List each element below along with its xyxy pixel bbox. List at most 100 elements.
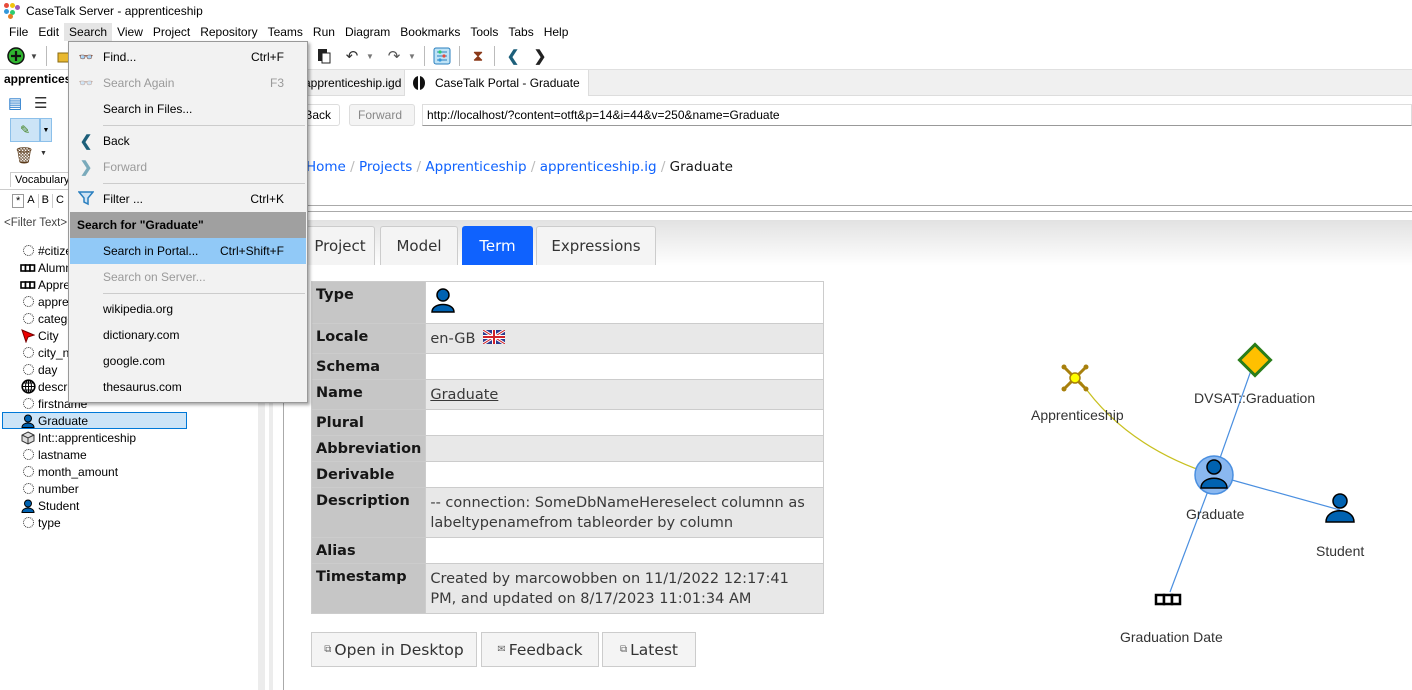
highlighter-dropdown-icon[interactable]: ▼ (40, 118, 52, 142)
menu-item-filter[interactable]: Filter ... Ctrl+K (70, 186, 306, 212)
menu-item-search-on-server[interactable]: Search on Server... (70, 264, 306, 290)
node-label-dvsat[interactable]: DVSAT::Graduation (1194, 390, 1315, 406)
trash-icon[interactable]: 🗑 (14, 146, 34, 166)
menu-repository[interactable]: Repository (195, 23, 262, 41)
menu-item-search-again[interactable]: 👓 Search Again F3 (70, 70, 306, 96)
paste-icon[interactable] (314, 46, 334, 66)
properties-icon[interactable]: ▤ (8, 94, 22, 112)
tree-item[interactable]: Student (20, 497, 186, 514)
chevron-left-icon: ❮ (79, 133, 93, 150)
tree-item-label: Int::apprenticeship (38, 430, 137, 445)
feedback-button[interactable]: ✉ Feedback (481, 632, 599, 667)
add-icon[interactable] (6, 46, 26, 66)
menu-header-search-for: Search for "Graduate" (70, 212, 306, 238)
tree-item[interactable]: month_amount (20, 463, 186, 480)
menu-item-wikipedia[interactable]: wikipedia.org (70, 296, 306, 322)
menu-item-search-in-files[interactable]: Search in Files... (70, 96, 306, 122)
dotted-circle-icon (20, 516, 36, 530)
highlighter-icon[interactable]: ✎ (10, 118, 40, 142)
tab-label: CaseTalk Portal - Graduate (435, 76, 580, 90)
list-icon[interactable]: ☰ (34, 94, 47, 112)
alpha-tab-b[interactable]: B (39, 194, 53, 208)
menu-view[interactable]: View (112, 23, 148, 41)
node-apprenticeship-icon (1061, 364, 1089, 392)
external-link-icon: ⧉ (324, 644, 332, 655)
cube-icon (20, 430, 36, 445)
dotted-circle-icon (20, 346, 36, 360)
tree-item[interactable]: lastname (20, 446, 186, 463)
breadcrumb-apprenticeship[interactable]: Apprenticeship (425, 159, 526, 175)
redo-icon[interactable]: ↷ (384, 46, 404, 66)
menu-project[interactable]: Project (148, 23, 195, 41)
name-link[interactable]: Graduate (430, 387, 498, 403)
menu-item-dictionary[interactable]: dictionary.com (70, 322, 306, 348)
person-icon (20, 499, 36, 513)
tab-apprenticeship-igd[interactable]: apprenticeship.igd (296, 70, 409, 96)
tab-vocabulary[interactable]: Vocabulary (10, 172, 75, 187)
menu-run[interactable]: Run (308, 23, 340, 41)
row-name: Name Graduate (310, 379, 824, 410)
menu-help[interactable]: Help (539, 23, 574, 41)
portal-logo-icon (413, 76, 425, 90)
alpha-tab-c[interactable]: C (53, 194, 67, 208)
menu-diagram[interactable]: Diagram (340, 23, 395, 41)
open-in-desktop-button[interactable]: ⧉ Open in Desktop (311, 632, 477, 667)
undo-icon[interactable]: ↶ (342, 46, 362, 66)
tab-term[interactable]: Term (462, 226, 533, 265)
latest-button[interactable]: ⧉ Latest (602, 632, 696, 667)
tree-item-label: City (38, 328, 59, 343)
menu-item-find[interactable]: 👓 Find... Ctrl+F (70, 44, 306, 70)
menu-bookmarks[interactable]: Bookmarks (395, 23, 465, 41)
breadcrumb-home[interactable]: Home (306, 159, 346, 175)
row-description: Description -- connection: SomeDbNameHere… (310, 487, 824, 538)
dotted-circle-icon (20, 448, 36, 462)
redo-dropdown-icon[interactable]: ▼ (406, 46, 418, 66)
menu-item-back[interactable]: ❮ Back (70, 128, 306, 154)
external-link-icon: ⧉ (619, 644, 628, 655)
menu-item-google[interactable]: google.com (70, 348, 306, 374)
tab-expressions[interactable]: Expressions (536, 226, 656, 265)
breadcrumb-file[interactable]: apprenticeship.ig (540, 159, 657, 175)
tree-item-label: Graduate (38, 413, 89, 428)
back-arrow-icon[interactable]: ❮ (503, 46, 523, 66)
menu-edit[interactable]: Edit (33, 23, 64, 41)
forward-arrow-icon[interactable]: ❯ (530, 46, 550, 66)
alpha-tab-all[interactable]: * (12, 194, 25, 208)
menu-file[interactable]: File (4, 23, 33, 41)
forward-button[interactable]: Forward (349, 104, 415, 126)
breadcrumb-projects[interactable]: Projects (359, 159, 412, 175)
menu-tools[interactable]: Tools (465, 23, 503, 41)
node-label-graduation-date[interactable]: Graduation Date (1120, 629, 1223, 645)
tree-item[interactable]: Int::apprenticeship (20, 429, 186, 446)
node-label-graduate[interactable]: Graduate (1186, 506, 1244, 522)
menu-item-thesaurus[interactable]: thesaurus.com (70, 374, 306, 400)
casetalk-logo-icon (4, 3, 20, 19)
menu-item-search-in-portal[interactable]: Search in Portal... Ctrl+Shift+F (70, 238, 306, 264)
settings-panel-icon[interactable] (432, 46, 452, 66)
hourglass-icon[interactable]: ⧗ (468, 46, 488, 66)
menu-teams[interactable]: Teams (263, 23, 308, 41)
chevron-right-icon: ❯ (79, 159, 93, 176)
trash-dropdown-icon[interactable]: ▼ (40, 150, 47, 157)
menu-search[interactable]: Search (64, 22, 113, 41)
tree-item[interactable]: type (20, 514, 186, 531)
filter-icon (76, 190, 96, 209)
tree-item[interactable]: number (20, 480, 186, 497)
tree-item-label: Student (38, 498, 80, 513)
menu-item-forward[interactable]: ❯ Forward (70, 154, 306, 180)
add-dropdown-icon[interactable]: ▼ (28, 46, 40, 66)
tree-item[interactable]: Graduate (2, 412, 187, 429)
node-label-student[interactable]: Student (1316, 543, 1364, 559)
dotted-circle-icon (20, 363, 36, 377)
alpha-tab-a[interactable]: A (24, 194, 39, 208)
node-graduate-icon (1194, 455, 1234, 495)
node-label-apprenticeship[interactable]: Apprenticeship (1031, 407, 1124, 423)
menu-tabs[interactable]: Tabs (503, 23, 538, 41)
filter-text-input[interactable]: <Filter Text> (4, 217, 67, 229)
undo-dropdown-icon[interactable]: ▼ (364, 46, 376, 66)
tab-project[interactable]: Project (306, 226, 375, 265)
node-graduation-date-icon (1154, 593, 1182, 606)
tab-model[interactable]: Model (380, 226, 458, 265)
url-input[interactable]: http://localhost/?content=otft&p=14&i=44… (422, 104, 1412, 126)
tab-casetalk-portal[interactable]: CaseTalk Portal - Graduate (404, 70, 589, 96)
